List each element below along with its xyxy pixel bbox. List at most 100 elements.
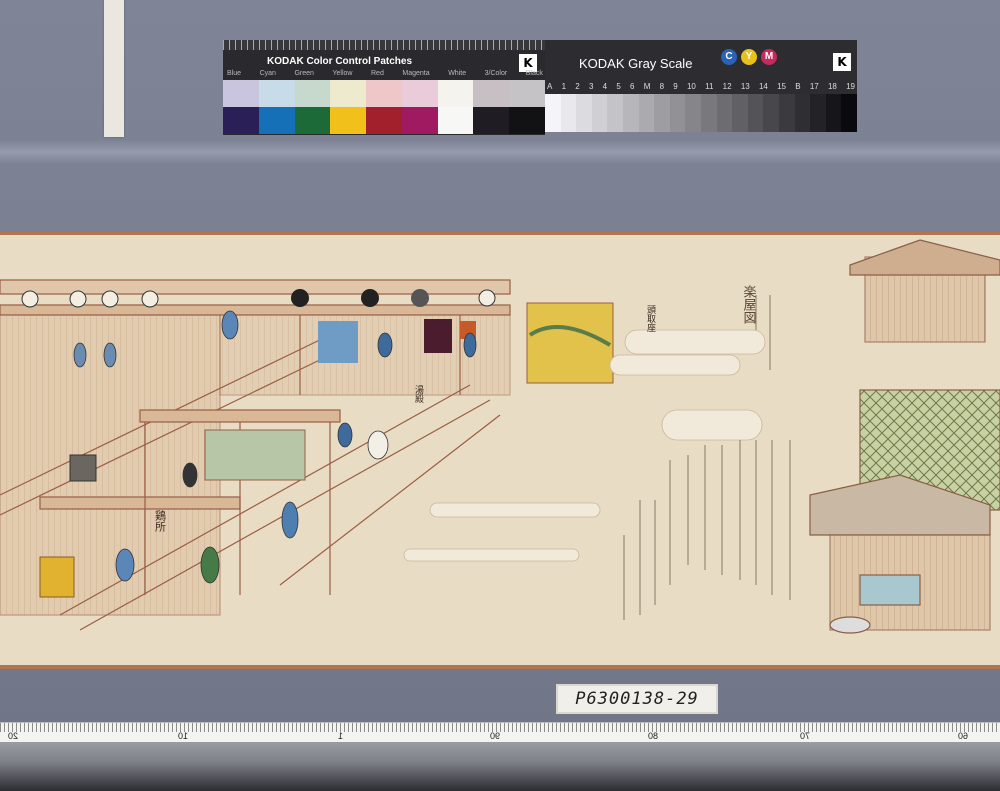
color-patch: [223, 80, 259, 107]
color-patch: [401, 80, 438, 107]
folding-screen: [526, 302, 614, 384]
gray-step: [607, 94, 623, 132]
gray-step: [685, 94, 701, 132]
ruler-number: 60: [958, 731, 969, 741]
gray-step: [591, 94, 608, 132]
right-buildings: [809, 239, 1000, 634]
color-patch: [330, 107, 367, 134]
color-patch: [294, 80, 331, 107]
gray-step: [622, 94, 639, 132]
ruler-number: 70: [800, 731, 811, 741]
cym-badge: Y: [741, 49, 757, 65]
color-card-ruler: [223, 40, 545, 50]
scroll-title: 楽屋図: [741, 284, 757, 324]
gray-step: [716, 94, 733, 132]
color-card-labels: Blue Cyan Green Yellow Red Magenta White 3/Colo…: [227, 70, 543, 77]
masking-tape-strip: [104, 0, 124, 137]
ruler-numbers: 20 10 1 90 80 70 60: [0, 731, 1000, 742]
gray-scale-numbers: A 1 2 3 4 5 6 M 8 9 10 11 12 13 14 15 B 17 18 19: [547, 82, 855, 91]
color-patch: [473, 107, 510, 134]
gray-card-title: KODAK Gray Scale: [579, 56, 693, 71]
kodak-logo-icon: K: [833, 53, 851, 71]
table-surface: [0, 742, 1000, 791]
gray-step: [638, 94, 655, 132]
color-patches: [223, 80, 545, 134]
gray-step-number: 13: [740, 82, 750, 91]
patch-label: Magenta: [402, 70, 430, 77]
gray-step-number: 15: [777, 82, 786, 91]
painted-handscroll: 楽屋図 鶏所 湯殿 頭取座: [0, 232, 1000, 669]
cym-badge: M: [761, 49, 777, 65]
gray-scale-steps: [545, 94, 857, 132]
color-patch: [258, 107, 295, 134]
color-patch: [437, 107, 474, 134]
color-patch: [401, 107, 438, 134]
color-patch: [366, 80, 402, 107]
gray-step-number: 5: [616, 82, 621, 91]
gray-step: [576, 94, 592, 132]
gray-step-number: 3: [588, 82, 594, 91]
gray-step-number: 9: [673, 82, 678, 91]
gray-step-number: 2: [575, 82, 580, 91]
gray-step-number: 19: [846, 82, 855, 91]
cym-badges: CYM: [721, 49, 777, 65]
gray-step-number: 1: [561, 82, 567, 91]
color-patch: [437, 80, 474, 107]
gray-step: [669, 94, 686, 132]
color-patch: [509, 80, 545, 107]
gray-step: [732, 94, 748, 132]
patch-label: Cyan: [259, 70, 276, 77]
sign-kitchen: 鶏所: [154, 509, 167, 533]
patch-label: Blue: [227, 70, 242, 77]
kodak-color-control-card: KODAK Color Control Patches K Blue Cyan Gr…: [223, 40, 545, 135]
patch-label: Yellow: [332, 70, 353, 77]
gray-step: [810, 94, 826, 132]
sake-barrel: [39, 556, 75, 598]
ruler-number: 20: [8, 731, 19, 741]
color-patch: [366, 107, 402, 134]
color-patch: [473, 80, 510, 107]
scroll-painting: 楽屋図 鶏所 湯殿 頭取座: [0, 239, 1000, 634]
gray-step-number: 17: [809, 82, 819, 91]
color-patch: [258, 80, 295, 107]
sign-bath: 湯殿: [413, 385, 424, 404]
light-glare-band: [0, 140, 1000, 164]
patch-label: Green: [294, 70, 314, 77]
ruler-number: 10: [178, 731, 189, 741]
gray-step-number: 12: [722, 82, 732, 91]
gray-step: [560, 94, 577, 132]
blue-curtain: [318, 321, 358, 363]
ruler-number: 80: [648, 731, 659, 741]
gray-step: [794, 94, 811, 132]
cym-badge: C: [721, 49, 737, 65]
gray-step: [700, 94, 717, 132]
gray-step-number: B: [795, 82, 801, 91]
gray-step-number: 14: [758, 82, 768, 91]
gray-step: [545, 94, 561, 132]
dark-chest: [424, 319, 452, 353]
painted-screen: [204, 429, 306, 481]
ruler-number: 1: [338, 731, 344, 741]
patch-label: White: [448, 70, 467, 77]
color-card-title: KODAK Color Control Patches: [267, 56, 413, 67]
gray-step-number: M: [643, 82, 651, 91]
gray-step: [763, 94, 779, 132]
patch-label: Black: [525, 70, 543, 77]
gray-step: [841, 94, 857, 132]
gray-step: [747, 94, 764, 132]
color-patch: [330, 80, 367, 107]
gray-step-number: 8: [659, 82, 665, 91]
color-patch: [294, 107, 331, 134]
patch-label: Red: [371, 70, 384, 77]
gray-step-number: 11: [705, 82, 714, 91]
patch-label: 3/Color: [484, 70, 508, 77]
gray-step: [825, 94, 842, 132]
color-patch: [509, 107, 545, 134]
accession-id-label: P6300138-29: [556, 684, 718, 714]
gray-step: [654, 94, 670, 132]
sign-head: 頭取座: [645, 305, 656, 333]
color-patch: [223, 107, 259, 134]
ruler-number: 90: [490, 731, 501, 741]
gray-step-number: 10: [686, 82, 696, 91]
gray-step: [778, 94, 795, 132]
